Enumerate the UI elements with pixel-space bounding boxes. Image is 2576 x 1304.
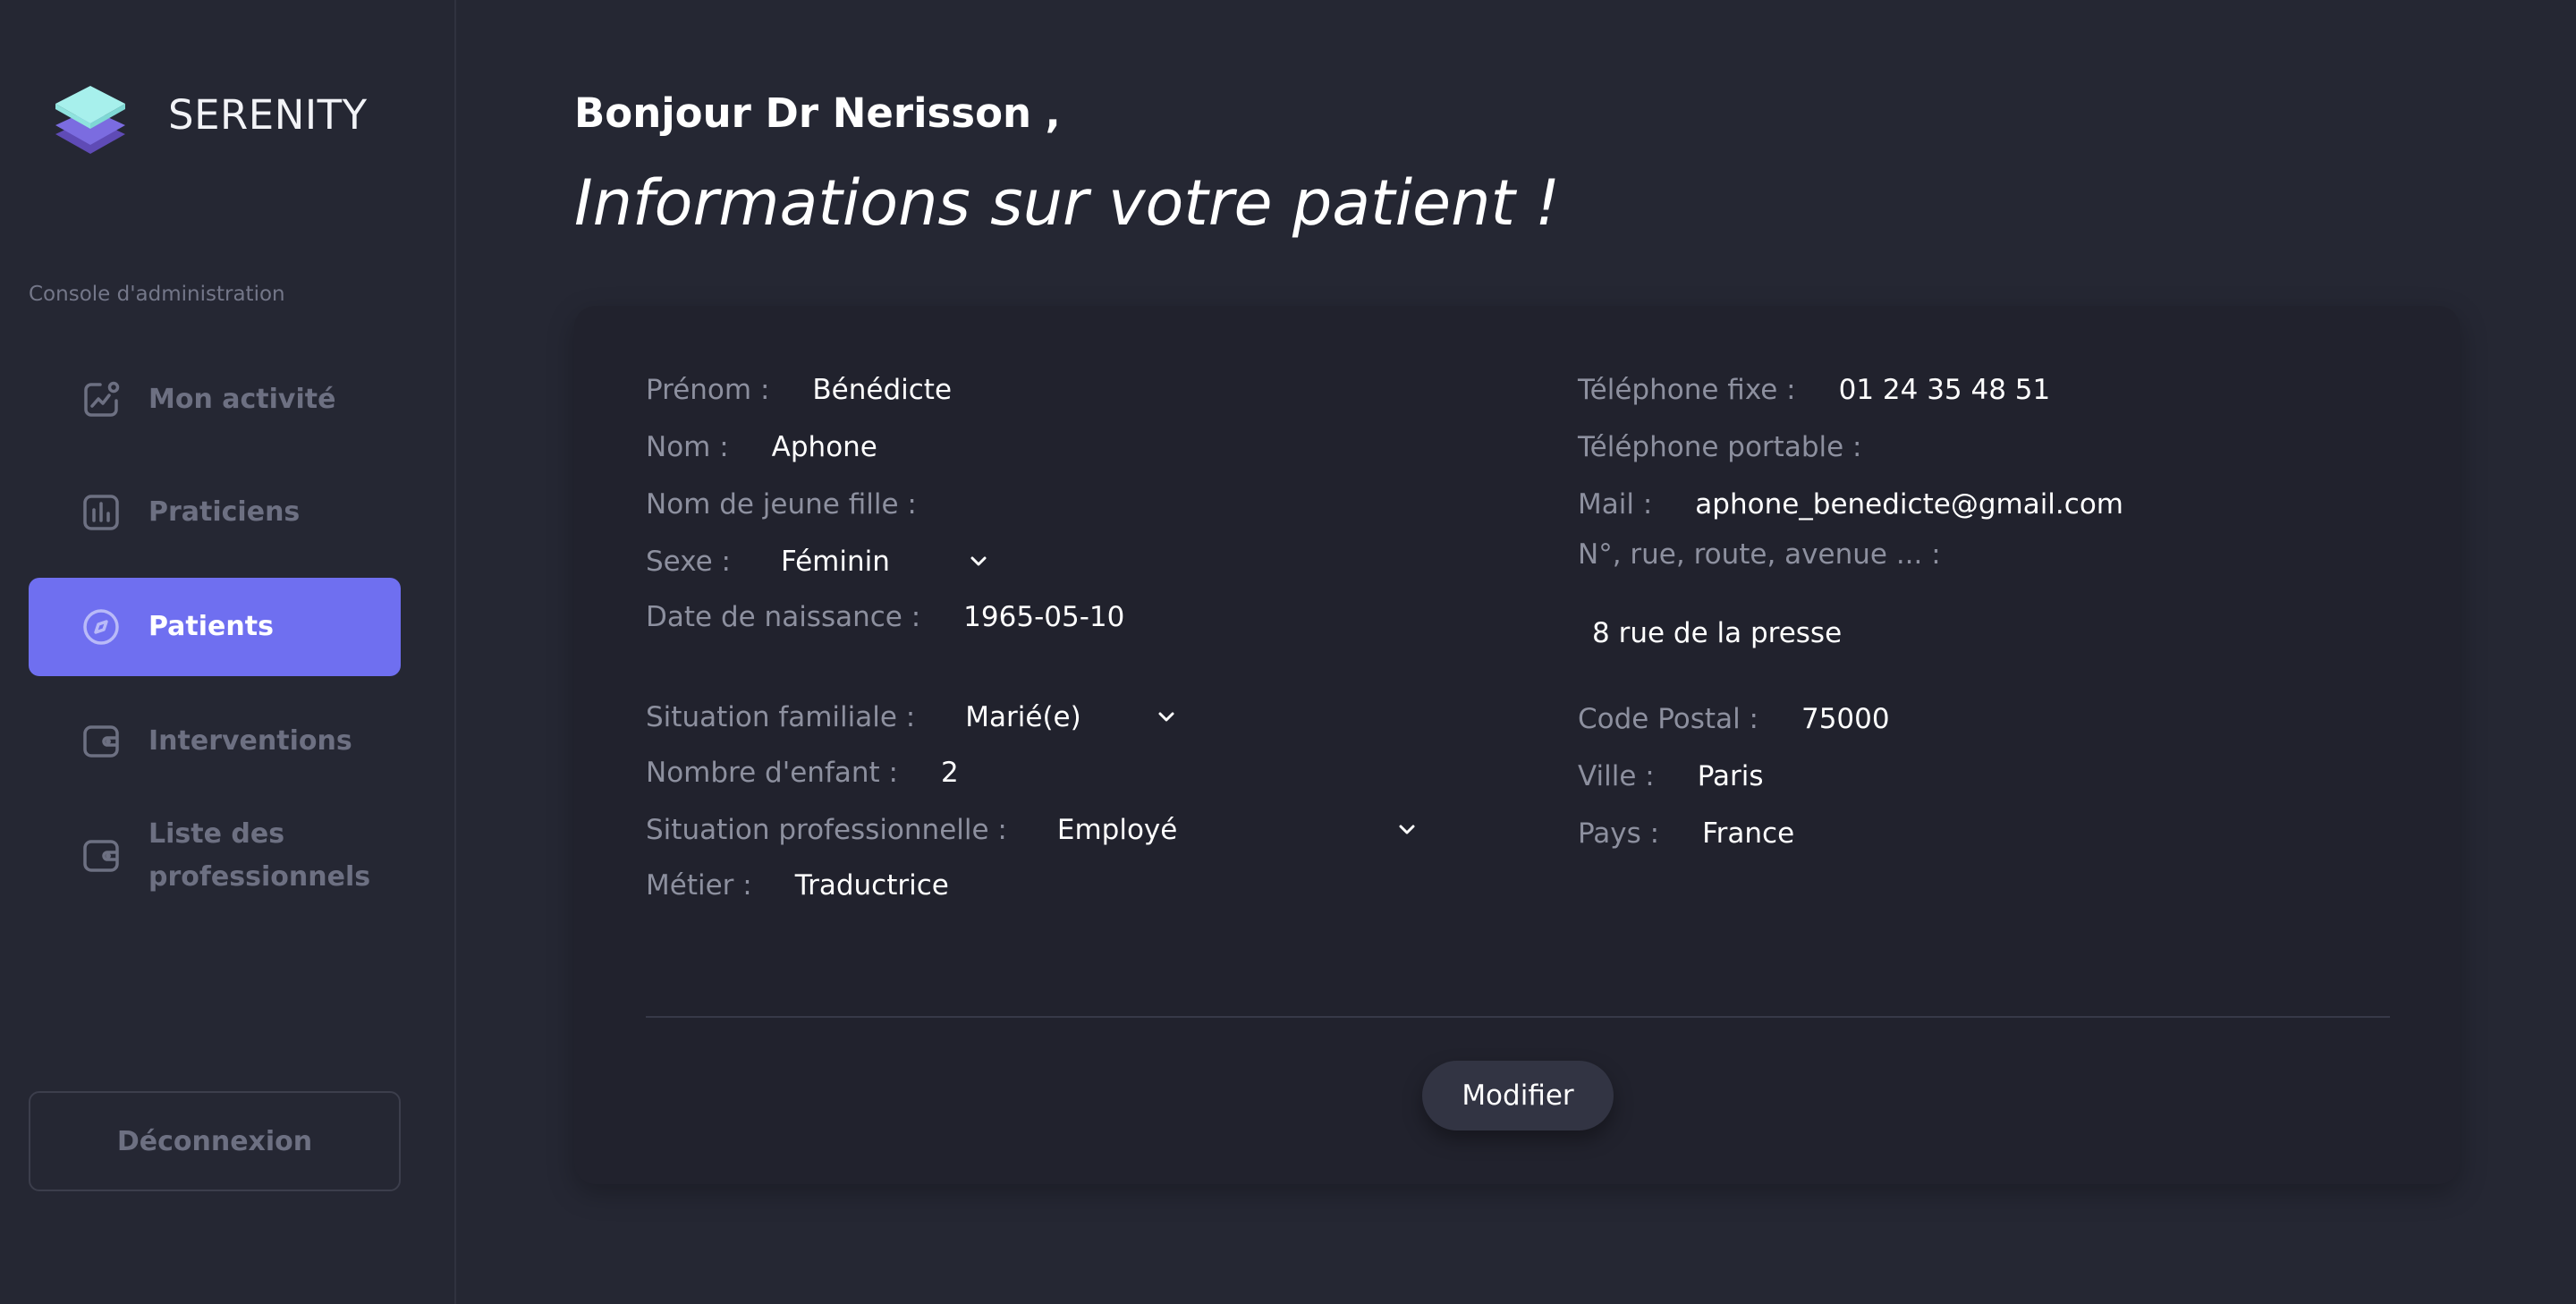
prenom-field: Prénom : Bénédicte: [646, 374, 952, 406]
tel-portable-input[interactable]: [1889, 431, 2068, 463]
date-naissance-label: Date de naissance :: [646, 601, 921, 633]
ville-label: Ville :: [1578, 760, 1655, 792]
tel-fixe-field: Téléphone fixe : 01 24 35 48 51: [1578, 374, 2050, 406]
nom-label: Nom :: [646, 431, 729, 463]
mail-field: Mail : aphone_benedicte@gmail.com: [1578, 488, 2123, 521]
wallet-icon: [83, 725, 119, 758]
compass-icon: [83, 609, 119, 645]
mail-input[interactable]: aphone_benedicte@gmail.com: [1695, 488, 2123, 521]
code-postal-label: Code Postal :: [1578, 703, 1758, 735]
tel-fixe-label: Téléphone fixe :: [1578, 374, 1796, 406]
nom-jeune-fille-field: Nom de jeune fille :: [646, 488, 1123, 521]
metier-field: Métier : Traductrice: [646, 869, 949, 902]
sidebar-item-praticiens[interactable]: Praticiens: [29, 463, 401, 562]
adresse-field: N°, rue, route, avenue ... :: [1578, 538, 1941, 571]
tel-fixe-input[interactable]: 01 24 35 48 51: [1839, 374, 2051, 406]
ville-input[interactable]: Paris: [1698, 760, 1764, 792]
metier-label: Métier :: [646, 869, 752, 902]
divider: [646, 1016, 2390, 1018]
situation-familiale-select[interactable]: Marié(e): [965, 701, 1157, 733]
ville-field: Ville : Paris: [1578, 760, 1764, 792]
sexe-select[interactable]: Féminin: [781, 546, 969, 578]
page-title: Informations sur votre patient !: [574, 166, 1561, 240]
sidebar-item-mon-activite[interactable]: Mon activité: [29, 351, 401, 449]
modifier-button[interactable]: Modifier: [1422, 1061, 1614, 1130]
patient-info-card: Prénom : Bénédicte Nom : Aphone Nom de j…: [574, 306, 2460, 1184]
tel-portable-label: Téléphone portable :: [1578, 431, 1862, 463]
date-naissance-field: Date de naissance : 1965-05-10: [646, 601, 1124, 633]
nombre-enfant-input[interactable]: 2: [941, 757, 959, 789]
console-label: Console d'administration: [29, 283, 285, 306]
nom-input[interactable]: Aphone: [772, 431, 877, 463]
situation-pro-select[interactable]: Employé: [1057, 814, 1397, 846]
sidebar-item-interventions[interactable]: Interventions: [29, 692, 401, 791]
logout-button[interactable]: Déconnexion: [29, 1091, 401, 1191]
date-naissance-input[interactable]: 1965-05-10: [963, 601, 1124, 633]
sidebar-item-patients[interactable]: Patients: [29, 578, 401, 676]
greeting: Bonjour Dr Nerisson ,: [574, 89, 1061, 137]
code-postal-input[interactable]: 75000: [1801, 703, 1890, 735]
sexe-field: Sexe : Féminin: [646, 546, 988, 578]
adresse-value-row: 8 rue de la presse: [1592, 617, 1842, 649]
pays-input[interactable]: France: [1702, 817, 1794, 850]
sidebar-item-liste-professionnels[interactable]: Liste des professionnels: [29, 807, 401, 905]
nom-field: Nom : Aphone: [646, 431, 877, 463]
prenom-input[interactable]: Bénédicte: [812, 374, 952, 406]
code-postal-field: Code Postal : 75000: [1578, 703, 1890, 735]
nom-jeune-fille-input[interactable]: [944, 488, 1123, 521]
mail-label: Mail :: [1578, 488, 1653, 521]
situation-pro-label: Situation professionnelle :: [646, 814, 1007, 846]
pays-field: Pays : France: [1578, 817, 1794, 850]
situation-familiale-label: Situation familiale :: [646, 701, 916, 733]
sidebar-item-label: Liste des professionnels: [148, 818, 371, 893]
chevron-down-icon[interactable]: [1397, 824, 1417, 836]
adresse-label: N°, rue, route, avenue ... :: [1578, 538, 1941, 571]
sidebar-item-label: Praticiens: [148, 496, 301, 528]
tel-portable-field: Téléphone portable :: [1578, 431, 2068, 463]
metier-input[interactable]: Traductrice: [795, 869, 949, 902]
activity-icon: [84, 381, 120, 417]
adresse-input[interactable]: 8 rue de la presse: [1592, 617, 1842, 649]
chevron-down-icon[interactable]: [969, 555, 988, 568]
brand-name: SERENITY: [168, 91, 368, 139]
bar-chart-icon: [83, 495, 119, 530]
situation-familiale-field: Situation familiale : Marié(e): [646, 701, 1176, 733]
pays-label: Pays :: [1578, 817, 1660, 850]
sidebar: SERENITY Console d'administration Mon ac…: [0, 0, 456, 1304]
sidebar-item-label: Interventions: [148, 725, 352, 757]
sidebar-item-label: Mon activité: [148, 384, 336, 415]
chevron-down-icon[interactable]: [1157, 711, 1176, 724]
nom-jeune-fille-label: Nom de jeune fille :: [646, 488, 917, 521]
prenom-label: Prénom :: [646, 374, 770, 406]
serenity-logo-icon: [55, 86, 125, 154]
nombre-enfant-label: Nombre d'enfant :: [646, 757, 898, 789]
situation-pro-field: Situation professionnelle : Employé: [646, 814, 1417, 846]
nombre-enfant-field: Nombre d'enfant : 2: [646, 757, 959, 789]
wallet-icon: [83, 840, 119, 872]
sexe-label: Sexe :: [646, 546, 731, 578]
sidebar-item-label: Patients: [148, 611, 274, 642]
